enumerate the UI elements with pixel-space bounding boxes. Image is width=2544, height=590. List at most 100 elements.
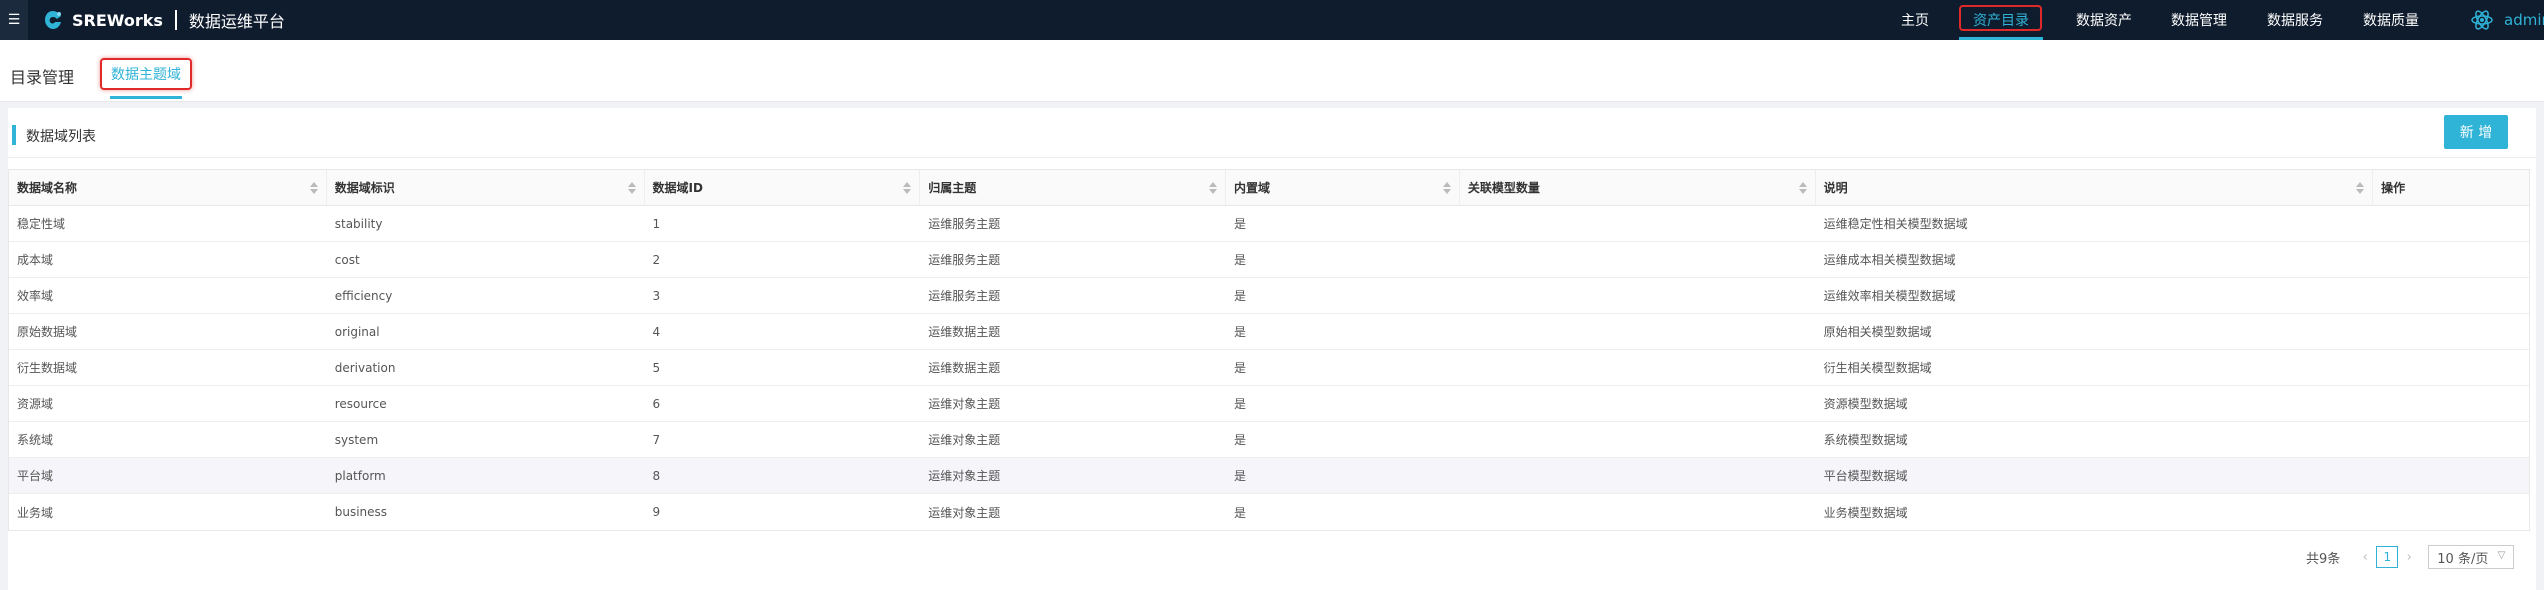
nav-item-data-quality[interactable]: 数据质量 bbox=[2343, 0, 2439, 40]
panel-title-bar bbox=[12, 125, 16, 145]
table-cell-col-domain-key: platform bbox=[334, 468, 386, 483]
table-cell-col-actions bbox=[2373, 422, 2529, 457]
table-cell-col-builtin: 是 bbox=[1234, 217, 1247, 231]
table-cell-col-domain-key: efficiency bbox=[334, 288, 393, 303]
table-header-col-subject[interactable]: 归属主题 bbox=[920, 170, 1227, 205]
table-cell-col-domain-id: 6 bbox=[652, 396, 661, 411]
table-cell-col-domain-id: 2 bbox=[652, 252, 661, 267]
table-cell-col-description: 原始相关模型数据域 bbox=[1823, 325, 1932, 339]
table-cell-col-domain-name: 原始数据域 bbox=[17, 325, 78, 339]
menu-icon[interactable]: ☰ bbox=[0, 0, 28, 40]
table-cell-col-model-count bbox=[1460, 458, 1816, 493]
table-cell-col-builtin: 是 bbox=[1234, 325, 1247, 339]
table-row: 衍生数据域 derivation 5 运维数据主题 是 衍生相关模型数据域 bbox=[9, 350, 2529, 386]
table-header-col-domain-id[interactable]: 数据域ID bbox=[645, 170, 921, 205]
table-row: 系统域 system 7 运维对象主题 是 系统模型数据域 bbox=[9, 422, 2529, 458]
column-label: 数据域名称 bbox=[17, 181, 78, 195]
table-cell-col-domain-key: system bbox=[334, 432, 379, 447]
sort-icon[interactable] bbox=[1442, 182, 1451, 194]
sort-icon[interactable] bbox=[1209, 182, 1218, 194]
sort-icon[interactable] bbox=[2356, 182, 2365, 194]
table-cell-col-actions bbox=[2373, 206, 2529, 241]
table-cell-col-domain-id: 4 bbox=[652, 324, 661, 339]
table-cell-col-subject: 运维对象主题 bbox=[928, 397, 1001, 411]
table-header-col-domain-name[interactable]: 数据域名称 bbox=[9, 170, 327, 205]
react-logo-icon[interactable] bbox=[2470, 8, 2494, 32]
domain-list-panel: 数据域列表 新 增 数据域名称 数据域标识 数据域ID 归属主题 内置域 关联模型数量 说明… bbox=[8, 108, 2536, 590]
next-page-icon[interactable]: › bbox=[2402, 550, 2416, 565]
table-cell-col-domain-name: 效率域 bbox=[17, 289, 54, 303]
table-cell-col-subject: 运维服务主题 bbox=[928, 289, 1001, 303]
table-cell-col-domain-key: resource bbox=[334, 396, 387, 411]
table-cell-col-domain-name: 衍生数据域 bbox=[17, 361, 78, 375]
brand-subtitle: 数据运维平台 bbox=[188, 12, 285, 31]
table-cell-col-model-count bbox=[1460, 386, 1816, 421]
table-header-col-model-count[interactable]: 关联模型数量 bbox=[1460, 170, 1816, 205]
pagination: 共9条 ‹ 1 › 10 条/页 ▽ bbox=[2306, 544, 2515, 570]
table-cell-col-domain-id: 3 bbox=[652, 288, 661, 303]
table-cell-col-model-count bbox=[1460, 242, 1816, 277]
table-cell-col-domain-name: 平台域 bbox=[17, 469, 54, 483]
table-cell-col-domain-key: stability bbox=[334, 216, 383, 231]
page-title: 目录管理 bbox=[10, 68, 75, 87]
table-cell-col-domain-id: 7 bbox=[652, 432, 661, 447]
table-cell-col-domain-name: 业务域 bbox=[17, 505, 54, 520]
table-header-col-description[interactable]: 说明 bbox=[1816, 170, 2374, 205]
sort-icon[interactable] bbox=[1798, 182, 1807, 194]
table-cell-col-description: 业务模型数据域 bbox=[1823, 505, 1908, 520]
table-cell-col-description: 运维成本相关模型数据域 bbox=[1823, 253, 1956, 267]
table-cell-col-model-count bbox=[1460, 206, 1816, 241]
table-cell-col-builtin: 是 bbox=[1234, 469, 1247, 483]
user-name[interactable]: admin bbox=[2504, 11, 2544, 29]
table-row: 原始数据域 original 4 运维数据主题 是 原始相关模型数据域 bbox=[9, 314, 2529, 350]
column-label: 归属主题 bbox=[928, 181, 977, 195]
table-cell-col-builtin: 是 bbox=[1234, 253, 1247, 267]
table-cell-col-domain-name: 稳定性域 bbox=[17, 217, 66, 231]
table-cell-col-actions bbox=[2373, 458, 2529, 493]
table-cell-col-domain-name: 系统域 bbox=[17, 433, 54, 447]
table-cell-col-builtin: 是 bbox=[1234, 505, 1247, 520]
page-size-select[interactable]: 10 条/页 ▽ bbox=[2428, 545, 2515, 569]
nav-item-data-services[interactable]: 数据服务 bbox=[2247, 0, 2343, 40]
sort-icon[interactable] bbox=[309, 182, 318, 194]
sreworks-logo-icon bbox=[45, 11, 61, 29]
table-cell-col-model-count bbox=[1460, 350, 1816, 385]
page-size-value: 10 条/页 bbox=[2437, 551, 2489, 567]
page-number-button[interactable]: 1 bbox=[2376, 546, 2399, 568]
column-label: 说明 bbox=[1823, 181, 1848, 195]
sort-icon[interactable] bbox=[903, 182, 912, 194]
column-label: 数据域标识 bbox=[334, 181, 395, 195]
chevron-down-icon: ▽ bbox=[2497, 550, 2506, 561]
nav-item-home[interactable]: 主页 bbox=[1885, 0, 1945, 40]
table-cell-col-subject: 运维服务主题 bbox=[928, 217, 1001, 231]
table-cell-col-actions bbox=[2373, 242, 2529, 277]
table-cell-col-subject: 运维对象主题 bbox=[928, 433, 1001, 447]
nav-item-data-management[interactable]: 数据管理 bbox=[2151, 0, 2247, 40]
panel-header: 数据域列表 新 增 bbox=[8, 108, 2536, 158]
tab-active-indicator bbox=[110, 96, 182, 99]
prev-page-icon[interactable]: ‹ bbox=[2358, 550, 2372, 565]
add-domain-button[interactable]: 新 增 bbox=[2444, 115, 2508, 149]
sort-icon[interactable] bbox=[627, 182, 636, 194]
table-cell-col-domain-id: 8 bbox=[652, 468, 661, 483]
table-cell-col-domain-name: 成本域 bbox=[17, 253, 54, 267]
table-cell-col-description: 运维稳定性相关模型数据域 bbox=[1823, 217, 1968, 231]
table-body: 稳定性域 stability 1 运维服务主题是运维稳定性相关模型数据域 成本域 cost… bbox=[9, 206, 2529, 530]
table-cell-col-domain-id: 1 bbox=[652, 216, 661, 231]
column-label: 内置域 bbox=[1234, 181, 1271, 195]
table-cell-col-builtin: 是 bbox=[1234, 433, 1247, 447]
table-cell-col-actions bbox=[2373, 494, 2529, 530]
table-cell-col-description: 运维效率相关模型数据域 bbox=[1823, 289, 1956, 303]
table-cell-col-model-count bbox=[1460, 422, 1816, 457]
nav-highlight-box bbox=[1959, 5, 2042, 31]
table-cell-col-domain-name: 资源域 bbox=[17, 397, 54, 411]
nav-item-data-assets[interactable]: 数据资产 bbox=[2057, 0, 2151, 40]
column-label: 数据域ID bbox=[652, 181, 703, 195]
table-cell-col-domain-id: 9 bbox=[652, 505, 661, 519]
table-cell-col-description: 系统模型数据域 bbox=[1823, 433, 1908, 447]
table-cell-col-domain-key: original bbox=[334, 324, 380, 339]
tab-data-subject-domain[interactable]: 数据主题域 bbox=[100, 58, 192, 90]
table-cell-col-subject: 运维数据主题 bbox=[928, 325, 1001, 339]
table-header-col-builtin[interactable]: 内置域 bbox=[1226, 170, 1460, 205]
table-header-col-domain-key[interactable]: 数据域标识 bbox=[327, 170, 645, 205]
